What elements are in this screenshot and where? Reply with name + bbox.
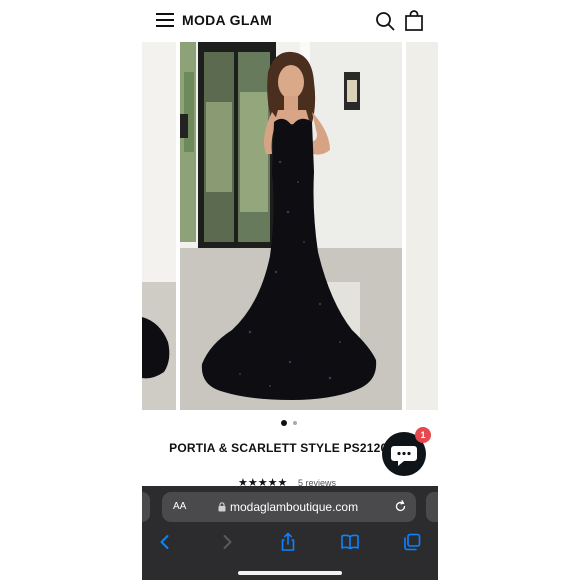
url-text[interactable]: modaglamboutique.com — [230, 500, 358, 514]
forward-icon[interactable] — [217, 532, 237, 552]
bookmarks-icon[interactable] — [340, 532, 360, 552]
reload-icon[interactable] — [394, 500, 407, 513]
share-icon[interactable] — [278, 532, 298, 552]
next-product-image[interactable] — [406, 42, 438, 410]
chat-notification-badge: 1 — [415, 427, 431, 443]
phone-screen: MODA GLAM PORTIA & SCARLETT STYLE PS2120… — [142, 0, 438, 580]
pagination-dot[interactable] — [293, 421, 297, 425]
search-icon[interactable] — [375, 11, 395, 31]
home-indicator — [238, 571, 342, 575]
site-header: MODA GLAM — [142, 0, 438, 42]
address-bar[interactable]: AA modaglamboutique.com — [162, 492, 416, 522]
gallery-pagination — [142, 418, 438, 428]
tabs-icon[interactable] — [402, 532, 422, 552]
brand-logo[interactable]: MODA GLAM — [182, 12, 272, 28]
lock-icon — [218, 502, 226, 512]
hamburger-menu-icon[interactable] — [156, 13, 174, 27]
next-tab-peek[interactable] — [426, 492, 438, 522]
browser-bottom-bar: AA modaglamboutique.com — [142, 486, 438, 580]
previous-product-image[interactable] — [142, 42, 176, 410]
previous-tab-peek[interactable] — [142, 492, 150, 522]
main-product-image[interactable] — [180, 42, 402, 410]
shopping-bag-icon[interactable] — [404, 10, 424, 32]
text-size-button[interactable]: AA — [173, 501, 186, 512]
pagination-dot-active[interactable] — [281, 420, 287, 426]
back-icon[interactable] — [155, 532, 175, 552]
product-image-gallery[interactable] — [142, 42, 438, 412]
